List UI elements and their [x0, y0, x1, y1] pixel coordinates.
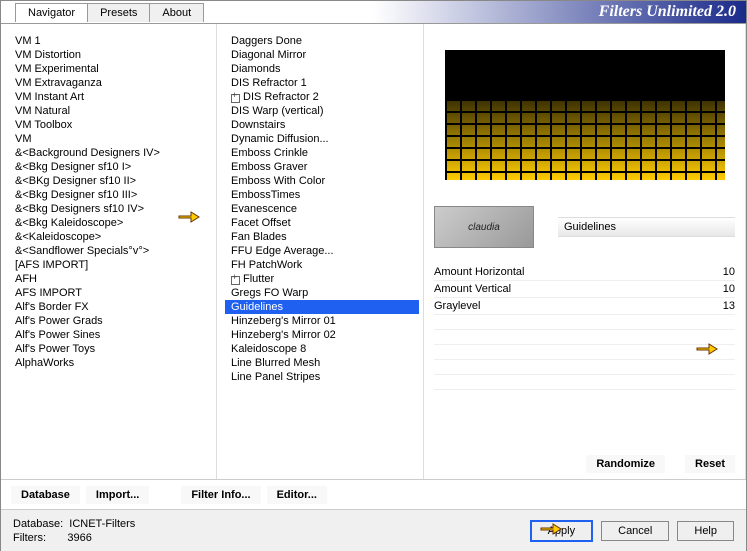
list-item[interactable]: AFH	[9, 272, 212, 286]
param-label: Amount Horizontal	[434, 266, 525, 278]
randomize-button[interactable]: Randomize	[586, 455, 665, 473]
apply-button[interactable]: Apply	[530, 520, 594, 542]
list-item[interactable]: Dynamic Diffusion...	[225, 132, 419, 146]
list-item[interactable]: Fan Blades	[225, 230, 419, 244]
list-item[interactable]: Alf's Power Sines	[9, 328, 212, 342]
list-item[interactable]: Line Blurred Mesh	[225, 356, 419, 370]
list-item[interactable]: &<Sandflower Specials°v°>	[9, 244, 212, 258]
list-item[interactable]: DIS Refractor 1	[225, 76, 419, 90]
footer: Database: ICNET-Filters Filters: 3966 Ap…	[1, 509, 746, 551]
list-item[interactable]: VM Toolbox	[9, 118, 212, 132]
param-value: 10	[723, 283, 735, 295]
list-item[interactable]: Alf's Border FX	[9, 300, 212, 314]
list-item[interactable]: &<Bkg Designer sf10 III>	[9, 188, 212, 202]
db-value: ICNET-Filters	[69, 518, 135, 530]
filter-name: Guidelines	[558, 217, 735, 237]
filterinfo-button[interactable]: Filter Info...	[181, 486, 260, 504]
list-item[interactable]: Facet Offset	[225, 216, 419, 230]
list-item[interactable]: Gregs FO Warp	[225, 286, 419, 300]
list-item[interactable]: VM Distortion	[9, 48, 212, 62]
list-item[interactable]: VM 1	[9, 34, 212, 48]
list-item[interactable]: Line Panel Stripes	[225, 370, 419, 384]
list-item[interactable]: VM	[9, 132, 212, 146]
list-item[interactable]: Diagonal Mirror	[225, 48, 419, 62]
param-label: Amount Vertical	[434, 283, 511, 295]
header: Navigator Presets About Filters Unlimite…	[1, 1, 746, 23]
list-item[interactable]: DIS Refractor 2	[225, 90, 419, 104]
list-item[interactable]: VM Instant Art	[9, 90, 212, 104]
tabs: Navigator Presets About	[15, 3, 203, 22]
list-item[interactable]: EmbossTimes	[225, 188, 419, 202]
list-item[interactable]: &<Bkg Kaleidoscope>	[9, 216, 212, 230]
list-item[interactable]: Hinzeberg's Mirror 01	[225, 314, 419, 328]
editor-button[interactable]: Editor...	[267, 486, 327, 504]
list-item[interactable]: &<Kaleidoscope>	[9, 230, 212, 244]
category-column: VM 1VM DistortionVM ExperimentalVM Extra…	[1, 24, 217, 479]
cancel-button[interactable]: Cancel	[601, 521, 669, 541]
list-item[interactable]: AlphaWorks	[9, 356, 212, 370]
list-item[interactable]: Evanescence	[225, 202, 419, 216]
list-item[interactable]: Kaleidoscope 8	[225, 342, 419, 356]
list-item[interactable]: Emboss With Color	[225, 174, 419, 188]
filter-bar: claudia Guidelines	[434, 206, 735, 248]
toolbar: Database Import... Filter Info... Editor…	[1, 479, 746, 509]
list-item[interactable]: FFU Edge Average...	[225, 244, 419, 258]
filter-column: Daggers DoneDiagonal MirrorDiamondsDIS R…	[217, 24, 424, 479]
list-item[interactable]: Guidelines	[225, 300, 419, 314]
param-row[interactable]: Amount Vertical 10	[434, 281, 735, 298]
param-row[interactable]: Graylevel 13	[434, 298, 735, 315]
list-item[interactable]: VM Natural	[9, 104, 212, 118]
list-item[interactable]: Flutter	[225, 272, 419, 286]
filter-list[interactable]: Daggers DoneDiagonal MirrorDiamondsDIS R…	[225, 30, 419, 473]
list-item[interactable]: Daggers Done	[225, 34, 419, 48]
app-title: Filters Unlimited 2.0	[599, 3, 736, 21]
preview-image	[445, 50, 725, 180]
param-value: 13	[723, 300, 735, 312]
list-item[interactable]: VM Extravaganza	[9, 76, 212, 90]
list-item[interactable]: [AFS IMPORT]	[9, 258, 212, 272]
help-button[interactable]: Help	[677, 521, 734, 541]
tab-about[interactable]: About	[149, 3, 204, 22]
list-item[interactable]: AFS IMPORT	[9, 286, 212, 300]
tab-navigator[interactable]: Navigator	[15, 3, 88, 22]
list-item[interactable]: DIS Warp (vertical)	[225, 104, 419, 118]
param-row[interactable]: Amount Horizontal 10	[434, 264, 735, 281]
filters-value: 3966	[67, 532, 91, 544]
database-button[interactable]: Database	[11, 486, 80, 504]
list-item[interactable]: Alf's Power Toys	[9, 342, 212, 356]
list-item[interactable]: Alf's Power Grads	[9, 314, 212, 328]
param-value: 10	[723, 266, 735, 278]
main: VM 1VM DistortionVM ExperimentalVM Extra…	[1, 23, 746, 479]
db-label: Database:	[13, 518, 63, 530]
list-item[interactable]: Emboss Graver	[225, 160, 419, 174]
tab-presets[interactable]: Presets	[87, 3, 150, 22]
list-item[interactable]: &<Background Designers IV>	[9, 146, 212, 160]
list-item[interactable]: &<Bkg Designers sf10 IV>	[9, 202, 212, 216]
list-item[interactable]: Emboss Crinkle	[225, 146, 419, 160]
list-item[interactable]: &<Bkg Designer sf10 I>	[9, 160, 212, 174]
reset-button[interactable]: Reset	[685, 455, 735, 473]
param-label: Graylevel	[434, 300, 480, 312]
status-info: Database: ICNET-Filters Filters: 3966	[13, 517, 135, 545]
import-button[interactable]: Import...	[86, 486, 149, 504]
parameter-list: Amount Horizontal 10 Amount Vertical 10 Gray…	[434, 264, 735, 315]
list-item[interactable]: Hinzeberg's Mirror 02	[225, 328, 419, 342]
list-item[interactable]: FH PatchWork	[225, 258, 419, 272]
preview-column: claudia Guidelines Amount Horizontal10Am…	[424, 24, 746, 479]
filter-thumbnail: claudia	[434, 206, 534, 248]
category-list[interactable]: VM 1VM DistortionVM ExperimentalVM Extra…	[9, 30, 212, 473]
filters-label: Filters:	[13, 532, 46, 544]
list-item[interactable]: Diamonds	[225, 62, 419, 76]
list-item[interactable]: VM Experimental	[9, 62, 212, 76]
list-item[interactable]: &<BKg Designer sf10 II>	[9, 174, 212, 188]
list-item[interactable]: Downstairs	[225, 118, 419, 132]
